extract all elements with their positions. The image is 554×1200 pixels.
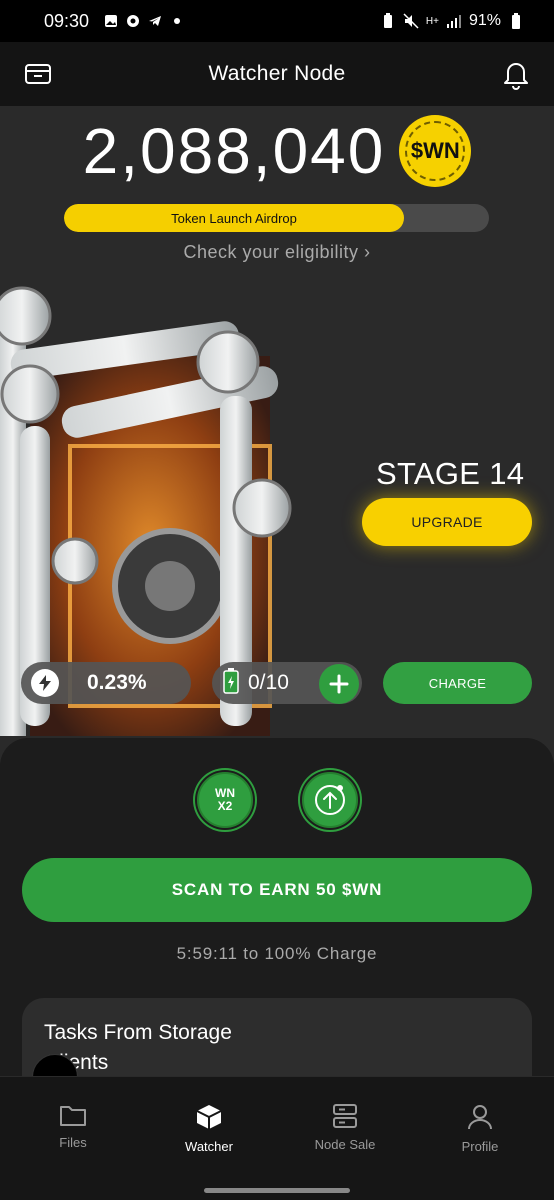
- bottom-navigation: Files Watcher Node Sale Profile: [0, 1076, 554, 1200]
- battery-count-value: 0/10: [248, 671, 289, 694]
- nav-node-sale-label: Node Sale: [314, 1137, 376, 1152]
- wn-coin-icon: $WN: [399, 115, 472, 187]
- green-battery-icon: [222, 667, 240, 699]
- system-icons: H+ 91%: [380, 12, 524, 30]
- coin-label: $WN: [410, 138, 460, 163]
- battery-percent: 91%: [468, 12, 501, 29]
- charge-percent-pill: 0.23%: [21, 662, 191, 704]
- arrow-up-icon: [315, 785, 345, 815]
- server-icon: [333, 1104, 357, 1128]
- nav-files-label: Files: [59, 1135, 87, 1150]
- battery-saver-icon: [380, 13, 396, 29]
- home-indicator: [204, 1188, 350, 1193]
- telegram-icon: [147, 13, 163, 29]
- nav-profile-label: Profile: [461, 1139, 499, 1154]
- bell-icon[interactable]: [502, 58, 530, 95]
- lightning-icon: [31, 669, 59, 697]
- check-eligibility-link[interactable]: Check your eligibility ›: [0, 242, 554, 263]
- network-type: H+: [425, 15, 439, 27]
- app-header: Watcher Node: [0, 42, 554, 106]
- app-icon: [125, 13, 141, 29]
- signal-icon: [446, 13, 462, 29]
- upgrade-button[interactable]: UPGRADE: [362, 498, 532, 546]
- nav-watcher[interactable]: Watcher: [154, 1103, 264, 1154]
- nav-watcher-label: Watcher: [185, 1139, 233, 1154]
- status-time: 09:30: [44, 10, 90, 31]
- plus-icon: [329, 674, 349, 694]
- charge-timer: 5:59:11 to 100% Charge: [176, 944, 378, 963]
- balance-display: 2,088,040 $WN: [0, 114, 554, 188]
- airdrop-label: Token Launch Airdrop: [171, 210, 297, 226]
- scan-to-earn-button[interactable]: SCAN TO EARN 50 $WN: [22, 858, 532, 922]
- airdrop-progress-bar: Token Launch Airdrop: [64, 204, 489, 232]
- dot-icon: [169, 13, 185, 29]
- gallery-icon: [103, 13, 119, 29]
- status-bar: 09:30 H+ 91%: [0, 0, 554, 42]
- battery-icon: [508, 13, 524, 29]
- nav-files[interactable]: Files: [18, 1103, 128, 1150]
- main-content: 2,088,040 $WN Token Launch Airdrop Check…: [0, 106, 554, 1200]
- balance-amount: 2,088,040: [82, 115, 386, 187]
- notification-icons: [103, 13, 185, 29]
- nav-profile[interactable]: Profile: [425, 1103, 535, 1154]
- stage-label: STAGE 14: [376, 456, 525, 491]
- page-title: Watcher Node: [208, 62, 346, 85]
- charge-button[interactable]: CHARGE: [383, 662, 532, 704]
- charge-percent-value: 0.23%: [87, 671, 147, 694]
- user-icon: [468, 1105, 492, 1130]
- wallet-icon[interactable]: [24, 62, 52, 91]
- add-battery-button[interactable]: [319, 664, 359, 704]
- boost-up-button[interactable]: [302, 772, 358, 828]
- cube-icon: [196, 1105, 222, 1129]
- x2-bottom-label: X2: [217, 799, 233, 813]
- folder-icon: [60, 1106, 86, 1126]
- wn-x2-boost-button[interactable]: WN X2: [197, 772, 253, 828]
- nav-node-sale[interactable]: Node Sale: [290, 1103, 400, 1152]
- airdrop-progress-fill: Token Launch Airdrop: [64, 204, 404, 232]
- mute-icon: [403, 13, 419, 29]
